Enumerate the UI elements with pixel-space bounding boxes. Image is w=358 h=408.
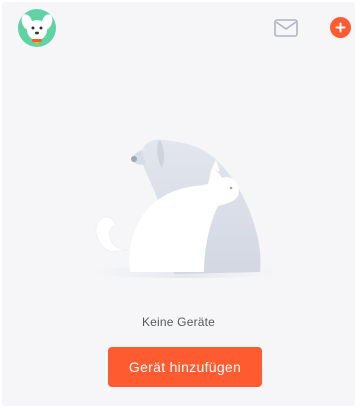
dog-and-cat-illustration bbox=[85, 139, 285, 278]
top-bar bbox=[2, 2, 355, 54]
plus-circle-icon bbox=[335, 22, 346, 33]
add-device-icon-button[interactable] bbox=[330, 17, 351, 38]
dog-avatar-icon[interactable] bbox=[18, 9, 56, 47]
mail-icon bbox=[274, 19, 298, 37]
mail-button[interactable] bbox=[273, 17, 299, 39]
empty-state-message: Keine Geräte bbox=[141, 315, 216, 329]
app-screen: Keine Geräte Gerät hinzufügen bbox=[2, 2, 355, 406]
add-device-button[interactable]: Gerät hinzufügen bbox=[108, 347, 262, 387]
